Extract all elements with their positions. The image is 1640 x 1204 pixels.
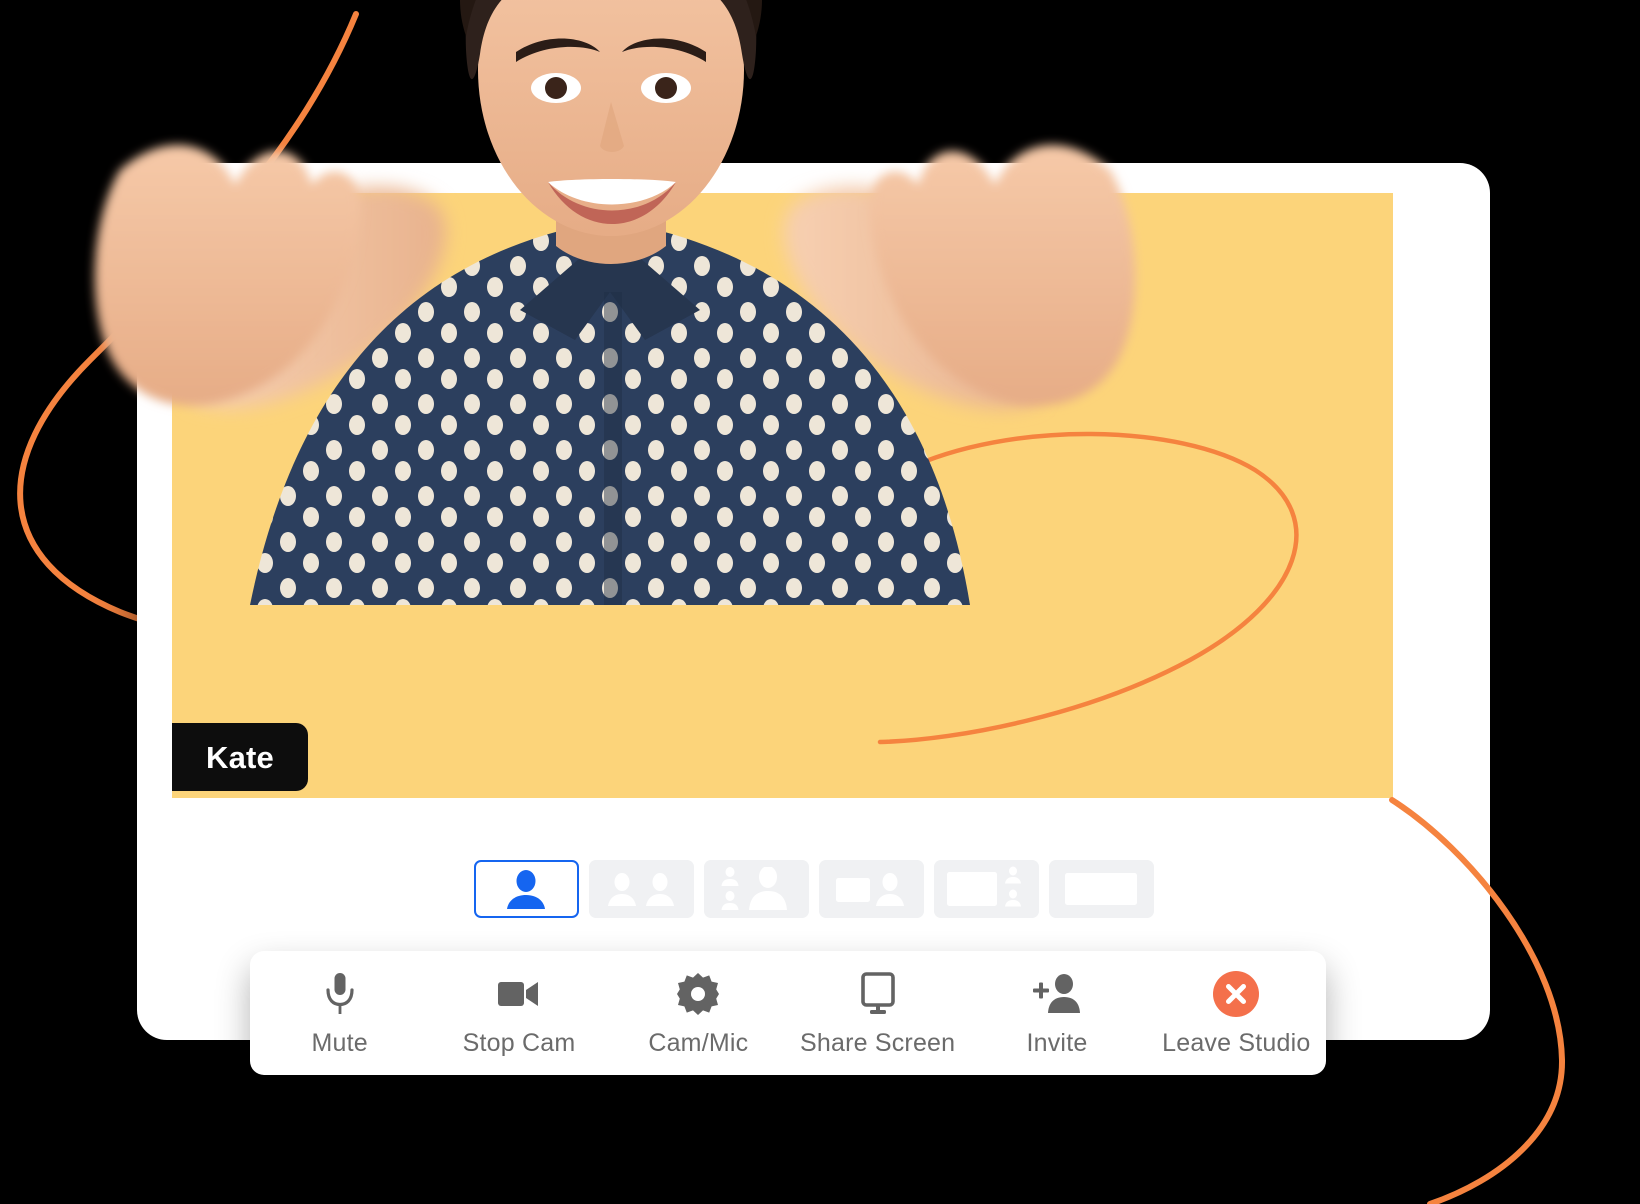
screen-only-icon <box>1065 873 1137 905</box>
share-screen-button[interactable]: Share Screen <box>788 951 967 1075</box>
mute-button[interactable]: Mute <box>250 951 429 1075</box>
speaker-with-column-icon <box>721 867 787 910</box>
share-screen-button-label: Share Screen <box>800 1028 956 1057</box>
participant-name-badge: Kate <box>172 723 308 791</box>
layout-option-screen-person[interactable] <box>818 860 924 918</box>
invite-button-label: Invite <box>1026 1028 1088 1057</box>
layout-option-speaker-sidebar[interactable] <box>703 860 809 918</box>
close-circle-icon <box>1213 970 1260 1017</box>
leave-studio-button-label: Leave Studio <box>1162 1028 1311 1057</box>
layout-option-single-speaker[interactable] <box>473 860 579 918</box>
participant-video-image <box>94 0 1136 605</box>
screenshot-stage: Kate Mute Stop Cam Cam/Mic Share Screen … <box>0 0 1640 1204</box>
monitor-icon <box>855 971 901 1017</box>
cam-mic-settings-button[interactable]: Cam/Mic <box>609 951 788 1075</box>
cam-mic-button-label: Cam/Mic <box>648 1028 749 1057</box>
screen-and-person-icon <box>836 873 904 906</box>
stop-cam-button[interactable]: Stop Cam <box>429 951 608 1075</box>
participant-name-label: Kate <box>206 739 274 775</box>
two-people-icon <box>608 873 674 906</box>
microphone-icon <box>320 971 360 1017</box>
layout-selector[interactable] <box>137 858 1490 920</box>
leave-studio-button[interactable]: Leave Studio <box>1147 951 1326 1075</box>
layout-option-screen-only[interactable] <box>1048 860 1154 918</box>
video-camera-icon <box>496 971 542 1017</box>
add-person-icon <box>1032 971 1082 1017</box>
single-person-icon <box>507 870 545 909</box>
gear-icon <box>677 971 720 1017</box>
stop-cam-button-label: Stop Cam <box>462 1028 576 1057</box>
mute-button-label: Mute <box>311 1028 368 1057</box>
layout-option-screen-column[interactable] <box>933 860 1039 918</box>
layout-option-two-up[interactable] <box>588 860 694 918</box>
call-controls-toolbar: Mute Stop Cam Cam/Mic Share Screen Invit… <box>250 951 1326 1075</box>
invite-button[interactable]: Invite <box>967 951 1146 1075</box>
screen-and-column-icon <box>947 866 1021 907</box>
